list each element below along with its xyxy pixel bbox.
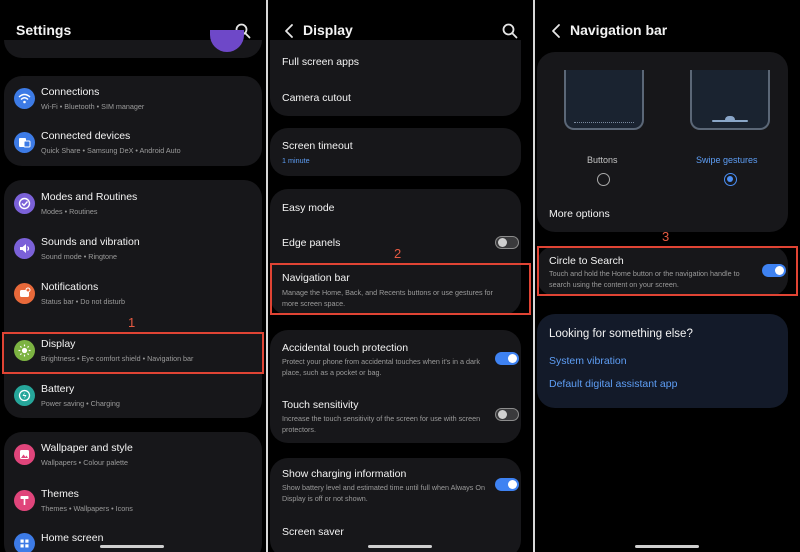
step-1-highlight bbox=[2, 332, 264, 374]
display-item-easy-mode[interactable]: Easy mode bbox=[270, 189, 521, 227]
display-item-title: Camera cutout bbox=[282, 92, 351, 104]
display-panel: Display Full screen apps Camera cutout S… bbox=[268, 0, 533, 552]
settings-item-sub: Sound mode • Ringtone bbox=[41, 252, 118, 261]
option-buttons-label: Buttons bbox=[587, 155, 618, 165]
display-item-title: Show charging information bbox=[282, 468, 407, 480]
charging-info-toggle[interactable] bbox=[495, 478, 519, 491]
display-item-desc: Show battery level and estimated time un… bbox=[282, 483, 485, 503]
display-card-top: Full screen apps Camera cutout bbox=[270, 40, 521, 116]
settings-item-sub: Modes • Routines bbox=[41, 207, 98, 216]
settings-item-title: Connected devices bbox=[41, 130, 131, 142]
notifications-icon bbox=[14, 283, 35, 304]
settings-item-title: Wallpaper and style bbox=[41, 442, 133, 454]
search-icon[interactable] bbox=[501, 22, 519, 40]
display-item-title: Accidental touch protection bbox=[282, 342, 409, 354]
display-item-camera-cutout[interactable]: Camera cutout bbox=[270, 78, 521, 116]
display-item-full-screen-apps[interactable]: Full screen apps bbox=[270, 40, 521, 78]
navigation-bar-panel: Navigation bar Buttons Swipe gestures Mo… bbox=[535, 0, 800, 552]
settings-item-title: Modes and Routines bbox=[41, 191, 138, 203]
personalization-card: Wallpaper and style Wallpapers • Colour … bbox=[4, 432, 262, 552]
connectivity-card: Connections Wi-Fi • Bluetooth • SIM mana… bbox=[4, 76, 262, 166]
wallpaper-icon bbox=[14, 444, 35, 465]
display-item-desc: Increase the touch sensitivity of the sc… bbox=[282, 414, 481, 434]
gesture-handle bbox=[100, 545, 164, 548]
settings-item-notifications[interactable]: Notifications Status bar • Do not distur… bbox=[4, 271, 262, 316]
settings-item-title: Notifications bbox=[41, 281, 99, 293]
step-2-label: 2 bbox=[394, 246, 402, 261]
display-item-desc: Protect your phone from accidental touch… bbox=[282, 357, 480, 377]
page-title: Navigation bar bbox=[570, 22, 668, 38]
settings-item-themes[interactable]: Themes Themes • Wallpapers • Icons bbox=[4, 477, 262, 522]
battery-icon bbox=[14, 385, 35, 406]
gestures-radio[interactable] bbox=[724, 173, 737, 186]
display-item-title: Touch sensitivity bbox=[282, 399, 359, 411]
accidental-touch-toggle[interactable] bbox=[495, 352, 519, 365]
display-item-touch-sensitivity[interactable]: Touch sensitivity Increase the touch sen… bbox=[270, 386, 521, 443]
settings-item-wallpaper[interactable]: Wallpaper and style Wallpapers • Colour … bbox=[4, 432, 262, 477]
step-3-highlight bbox=[537, 246, 798, 296]
display-card-bottom: Show charging information Show battery l… bbox=[270, 458, 521, 552]
looking-card: Looking for something else? System vibra… bbox=[537, 314, 788, 408]
display-item-title: Easy mode bbox=[282, 202, 335, 214]
settings-item-title: Battery bbox=[41, 383, 75, 395]
display-item-screen-timeout[interactable]: Screen timeout 1 minute bbox=[270, 128, 521, 176]
gestures-preview[interactable] bbox=[690, 70, 770, 130]
screen-timeout-card: Screen timeout 1 minute bbox=[270, 128, 521, 176]
wifi-icon bbox=[14, 88, 35, 109]
settings-item-sub: Wallpapers • Colour palette bbox=[41, 458, 128, 467]
settings-item-sub: Status bar • Do not disturb bbox=[41, 297, 126, 306]
settings-item-sub: Themes • Wallpapers • Icons bbox=[41, 504, 133, 513]
settings-item-battery[interactable]: Battery Power saving • Charging bbox=[4, 373, 262, 418]
option-gestures-label: Swipe gestures bbox=[696, 155, 758, 165]
screen-timeout-value: 1 minute bbox=[282, 156, 310, 165]
modes-icon bbox=[14, 193, 35, 214]
settings-item-sub: Quick Share • Samsung DeX • Android Auto bbox=[41, 146, 181, 155]
settings-item-connected-devices[interactable]: Connected devices Quick Share • Samsung … bbox=[4, 121, 262, 166]
edge-panels-toggle[interactable] bbox=[495, 236, 519, 249]
display-item-title: Edge panels bbox=[282, 237, 341, 249]
sound-icon bbox=[14, 238, 35, 259]
display-item-title: Full screen apps bbox=[282, 56, 360, 68]
settings-item-sounds[interactable]: Sounds and vibration Sound mode • Ringto… bbox=[4, 226, 262, 271]
settings-item-title: Themes bbox=[41, 488, 79, 500]
themes-icon bbox=[14, 490, 35, 511]
buttons-radio[interactable] bbox=[597, 173, 610, 186]
settings-panel: Settings Connections Wi-Fi • Bluetooth •… bbox=[0, 0, 266, 552]
profile-card-edge bbox=[4, 30, 262, 58]
more-options-label: More options bbox=[549, 208, 610, 220]
page-title: Display bbox=[303, 22, 353, 38]
back-arrow-icon[interactable] bbox=[549, 22, 563, 40]
settings-item-sub: Wi-Fi • Bluetooth • SIM manager bbox=[41, 102, 145, 111]
avatar[interactable] bbox=[210, 30, 244, 52]
home-icon bbox=[14, 533, 35, 552]
settings-item-title: Connections bbox=[41, 86, 100, 98]
display-item-title: Screen saver bbox=[282, 526, 344, 538]
link-system-vibration[interactable]: System vibration bbox=[549, 355, 627, 367]
display-item-charging-info[interactable]: Show charging information Show battery l… bbox=[270, 458, 521, 514]
nav-type-card: Buttons Swipe gestures More options bbox=[537, 52, 788, 232]
page-title: Settings bbox=[16, 22, 72, 38]
settings-item-connections[interactable]: Connections Wi-Fi • Bluetooth • SIM mana… bbox=[4, 76, 262, 121]
devices-icon bbox=[14, 132, 35, 153]
display-item-accidental-touch[interactable]: Accidental touch protection Protect your… bbox=[270, 330, 521, 386]
gesture-handle bbox=[635, 545, 699, 548]
device-card: Modes and Routines Modes • Routines Soun… bbox=[4, 180, 262, 418]
back-arrow-icon[interactable] bbox=[282, 22, 296, 40]
display-item-title: Screen timeout bbox=[282, 140, 353, 152]
navbar-header: Navigation bar bbox=[535, 12, 800, 50]
step-3-label: 3 bbox=[662, 229, 670, 244]
settings-item-modes[interactable]: Modes and Routines Modes • Routines bbox=[4, 180, 262, 226]
step-2-highlight bbox=[270, 263, 531, 315]
more-options-item[interactable]: More options bbox=[537, 197, 788, 232]
touch-sensitivity-toggle[interactable] bbox=[495, 408, 519, 421]
buttons-preview[interactable] bbox=[564, 70, 644, 130]
gesture-handle bbox=[368, 545, 432, 548]
settings-item-title: Sounds and vibration bbox=[41, 236, 140, 248]
looking-title: Looking for something else? bbox=[549, 328, 693, 340]
step-1-label: 1 bbox=[128, 315, 136, 330]
link-default-assistant[interactable]: Default digital assistant app bbox=[549, 378, 677, 390]
display-card-touch: Accidental touch protection Protect your… bbox=[270, 330, 521, 443]
settings-item-sub: Power saving • Charging bbox=[41, 399, 120, 408]
settings-item-title: Home screen bbox=[41, 532, 104, 544]
